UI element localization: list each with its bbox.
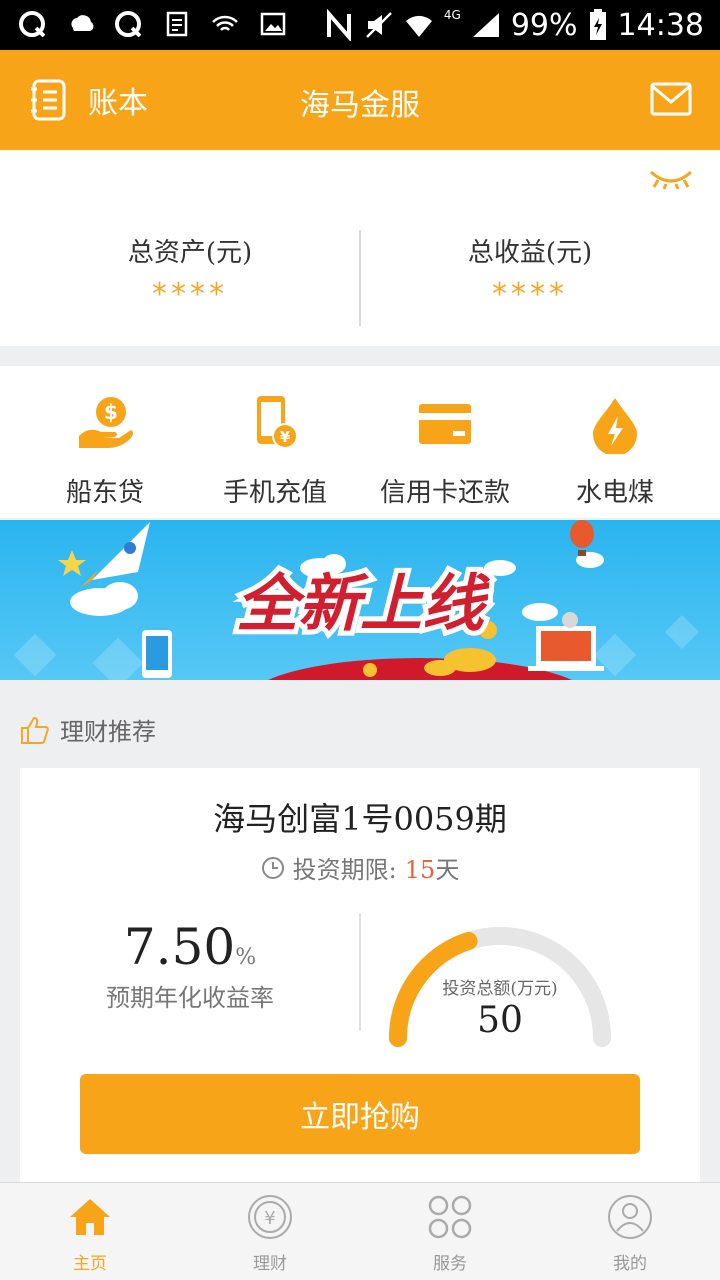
nav-label: 我的: [613, 1254, 647, 1274]
total-assets-value: ****: [152, 277, 228, 312]
grid-icon: [428, 1195, 472, 1239]
banner-art: 全新上线 全新上线: [0, 520, 720, 680]
nav-label: 服务: [433, 1254, 467, 1274]
phone-recharge-icon: ¥: [257, 396, 298, 449]
battery-percent: 99%: [510, 7, 578, 43]
divider: [359, 913, 361, 1031]
total-assets-label: 总资产(元): [127, 238, 253, 268]
battery-icon: [589, 9, 606, 40]
rate-label: 预期年化收益率: [106, 984, 274, 1012]
loan-icon: $: [79, 397, 133, 448]
svg-text:$: $: [104, 400, 118, 424]
recommend-title: 理财推荐: [60, 718, 156, 746]
promo-banner[interactable]: 全新上线 全新上线: [0, 520, 720, 680]
page-title: 海马金服: [300, 88, 420, 123]
clock: 14:38: [617, 7, 704, 43]
nav-home[interactable]: 主页: [0, 1193, 180, 1274]
amount-label: 投资总额(万元): [442, 979, 558, 999]
svg-text:¥: ¥: [264, 1208, 275, 1229]
credit-card-icon: [419, 404, 471, 444]
wifi-icon: [405, 15, 432, 38]
assets-summary: 总资产(元) **** 总收益(元) ****: [0, 150, 720, 346]
quick-services: $ 船东贷 ¥ 手机充值 信用卡还款 水电煤: [0, 366, 720, 518]
rate-value: 7.50: [123, 918, 236, 976]
home-icon: [70, 1199, 110, 1235]
banner-title: 全新上线: [236, 567, 491, 640]
user-icon: [608, 1195, 652, 1239]
nav-label: 主页: [73, 1254, 107, 1274]
app-notification-icon: [115, 11, 142, 38]
wifi-notification-icon: [212, 15, 238, 31]
service-label: 船东贷: [65, 478, 144, 508]
rate-block: 7.50% 预期年化收益率: [20, 918, 360, 1013]
app-header: 账本 海马金服: [0, 50, 720, 150]
product-name: 海马创富1号0059期: [213, 800, 507, 838]
clock-icon: [261, 856, 284, 879]
total-income[interactable]: 总收益(元) ****: [350, 232, 710, 312]
nav-label: 理财: [253, 1254, 287, 1274]
svg-text:¥: ¥: [280, 428, 291, 446]
mail-icon[interactable]: [650, 82, 692, 116]
term-unit: 天: [435, 856, 460, 884]
service-utilities[interactable]: 水电煤: [525, 394, 705, 509]
status-bar: 4G 99% 14:38: [0, 0, 720, 50]
service-label: 手机充值: [222, 478, 327, 508]
nav-profile[interactable]: 我的: [540, 1193, 720, 1274]
amount-value: 50: [477, 1000, 523, 1041]
document-icon: [166, 11, 188, 37]
total-assets[interactable]: 总资产(元) ****: [10, 232, 370, 312]
yen-icon: ¥: [248, 1195, 292, 1239]
image-icon: [260, 12, 286, 36]
utilities-icon: [593, 398, 637, 454]
service-credit-card[interactable]: 信用卡还款: [355, 394, 535, 509]
service-loan[interactable]: $ 船东贷: [15, 394, 195, 509]
service-label: 信用卡还款: [379, 478, 510, 508]
network-type: 4G: [443, 8, 461, 22]
hide-amount-eye-icon[interactable]: [648, 168, 694, 190]
app-notification-icon: [19, 11, 46, 38]
service-label: 水电煤: [575, 478, 654, 508]
buy-now-button[interactable]: 立即抢购: [80, 1074, 640, 1154]
product-term: 投资期限: 15天: [20, 850, 700, 885]
total-income-label: 总收益(元): [467, 238, 593, 268]
notification-icons: [18, 8, 288, 40]
term-value: 15: [404, 856, 436, 884]
product-card[interactable]: 海马创富1号0059期 投资期限: 15天 7.50% 预期年化收益率 投资总额…: [20, 768, 700, 1188]
thumbs-up-icon: [21, 716, 49, 744]
weather-icon: [71, 15, 94, 31]
mute-icon: [366, 12, 392, 38]
total-income-value: ****: [492, 277, 568, 312]
nav-services[interactable]: 服务: [360, 1193, 540, 1274]
service-phone-recharge[interactable]: ¥ 手机充值: [185, 394, 365, 509]
nav-finance[interactable]: ¥ 理财: [180, 1193, 360, 1274]
term-label: 投资期限:: [292, 856, 397, 884]
bottom-nav: 主页 ¥ 理财 服务 我的: [0, 1182, 720, 1280]
nfc-icon: [326, 9, 351, 41]
rate-unit: %: [235, 945, 257, 970]
recommend-header: 理财推荐: [20, 712, 156, 747]
signal-icon: [472, 13, 499, 37]
